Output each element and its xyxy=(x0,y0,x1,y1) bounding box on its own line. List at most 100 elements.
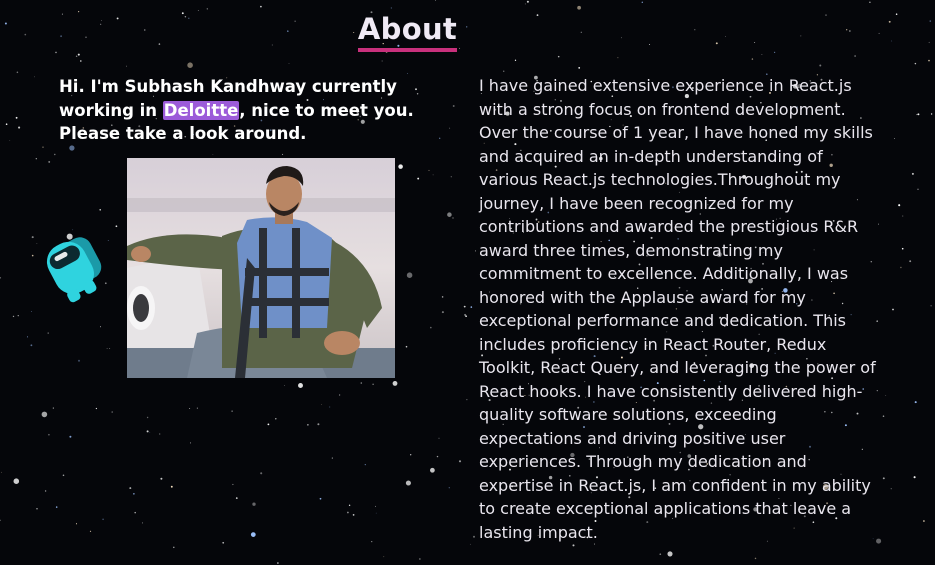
star xyxy=(146,430,149,433)
star xyxy=(909,260,912,263)
star xyxy=(572,544,575,547)
star xyxy=(898,204,901,207)
star xyxy=(170,485,173,488)
star xyxy=(751,58,754,60)
star xyxy=(15,116,18,119)
star xyxy=(106,348,108,349)
star xyxy=(371,541,373,543)
star xyxy=(48,160,51,163)
star xyxy=(307,424,309,426)
star xyxy=(1,471,2,473)
star xyxy=(190,442,192,444)
star xyxy=(914,401,917,404)
star xyxy=(133,493,135,495)
star xyxy=(372,383,374,385)
star xyxy=(375,512,377,514)
star xyxy=(503,70,505,72)
star xyxy=(55,506,58,508)
star xyxy=(260,472,263,475)
star xyxy=(100,326,101,328)
star xyxy=(417,177,420,180)
star xyxy=(659,553,662,556)
star xyxy=(75,523,78,525)
star xyxy=(641,1,643,3)
star xyxy=(126,65,127,67)
star xyxy=(52,407,54,409)
star xyxy=(458,460,462,463)
star xyxy=(99,209,101,211)
star xyxy=(761,53,763,55)
star xyxy=(882,477,885,480)
star xyxy=(196,407,198,409)
star xyxy=(48,433,50,436)
star xyxy=(31,311,32,312)
astronaut-icon xyxy=(46,233,102,303)
star xyxy=(54,153,56,156)
star xyxy=(428,169,430,171)
star xyxy=(47,332,49,334)
star xyxy=(44,490,47,492)
star xyxy=(410,454,412,456)
star xyxy=(197,9,199,11)
star xyxy=(578,67,581,69)
star xyxy=(275,418,277,420)
star xyxy=(189,407,191,410)
star xyxy=(900,266,902,269)
star xyxy=(298,383,303,388)
star xyxy=(441,311,444,314)
star xyxy=(469,543,471,545)
star xyxy=(288,62,290,64)
intro-text: Hi. I'm Subhash Kandhway currently worki… xyxy=(59,75,454,146)
star xyxy=(438,437,440,439)
star xyxy=(432,174,434,176)
star xyxy=(928,41,930,44)
star xyxy=(895,13,898,15)
star xyxy=(36,508,38,510)
star xyxy=(129,487,132,490)
star xyxy=(89,530,92,532)
star xyxy=(466,399,468,401)
star xyxy=(474,250,476,252)
star xyxy=(617,57,619,59)
star xyxy=(854,55,856,57)
star xyxy=(232,483,234,486)
star xyxy=(902,215,904,217)
star xyxy=(917,188,919,190)
star xyxy=(77,359,81,362)
star xyxy=(260,5,262,8)
star xyxy=(17,315,19,317)
star xyxy=(212,154,214,155)
star xyxy=(916,114,918,116)
star xyxy=(754,557,757,560)
star xyxy=(9,139,11,141)
star xyxy=(319,497,322,500)
star xyxy=(18,126,21,129)
about-heading: About xyxy=(357,12,458,52)
star xyxy=(917,113,920,116)
star xyxy=(383,556,385,558)
star xyxy=(5,123,8,126)
star xyxy=(846,29,848,31)
star xyxy=(31,254,34,257)
star xyxy=(914,62,917,65)
star xyxy=(430,467,435,473)
star xyxy=(892,308,894,311)
profile-photo xyxy=(127,158,395,378)
star xyxy=(930,113,933,115)
star xyxy=(235,497,238,499)
star xyxy=(42,146,44,148)
star xyxy=(75,55,78,58)
star xyxy=(69,435,72,438)
star xyxy=(102,518,104,521)
star xyxy=(173,546,175,549)
star xyxy=(26,336,29,338)
star xyxy=(348,504,351,506)
star xyxy=(928,59,930,62)
star xyxy=(407,73,408,74)
section-title: About xyxy=(0,12,815,52)
star xyxy=(62,474,65,477)
star xyxy=(448,487,450,489)
star xyxy=(392,380,398,386)
star xyxy=(930,305,932,307)
star xyxy=(0,276,2,279)
